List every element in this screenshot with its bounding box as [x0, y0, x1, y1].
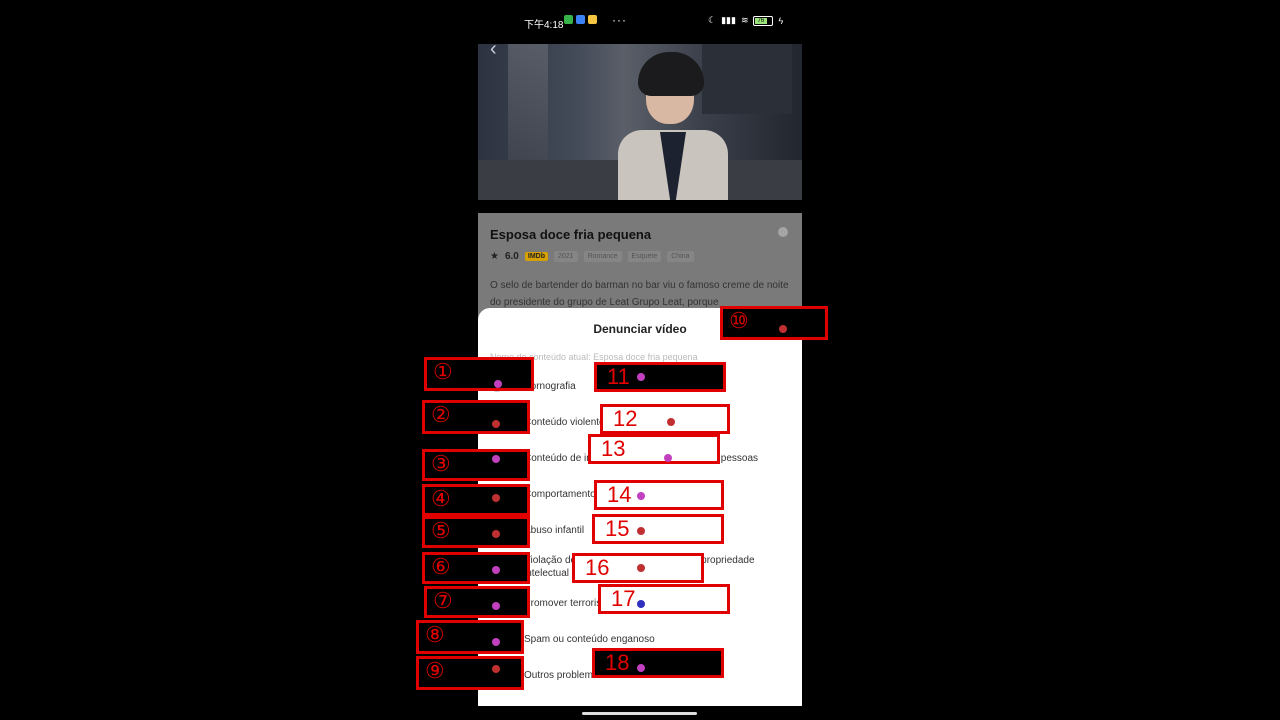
annotation-box: ⑦ [424, 586, 530, 618]
system-icons: ☾ ▮▮▮ ≋ 76 ϟ [708, 15, 783, 26]
help-icon[interactable] [778, 227, 788, 237]
annotation-box: 15 [592, 514, 724, 544]
imdb-badge: IMDb [524, 252, 548, 261]
annotation-box: ⑧ [416, 620, 524, 654]
annotation-box: ③ [422, 449, 530, 481]
annotation-box: 13 [588, 434, 720, 464]
signal-icon: ▮▮▮ [721, 15, 736, 25]
annotation-box: ⑤ [422, 516, 530, 548]
app-notification-icon [588, 15, 597, 24]
tag-year: 2021 [553, 251, 578, 262]
battery-icon: 76 [753, 15, 774, 26]
notification-icons [564, 15, 597, 24]
moon-icon: ☾ [708, 15, 717, 25]
wifi-icon: ≋ [740, 15, 749, 25]
star-icon: ★ [490, 251, 499, 262]
tag-format: Esquete [627, 251, 662, 262]
annotation-box: 16 [572, 553, 704, 583]
video-frame-person [618, 52, 728, 200]
app-notification-icon [564, 15, 573, 24]
annotation-number: ⑧ [425, 622, 445, 647]
annotation-number: ⑥ [431, 554, 451, 579]
annotation-box: ⑨ [416, 656, 524, 690]
more-notifications-icon: ··· [612, 13, 627, 27]
battery-level: 76 [757, 17, 765, 24]
annotation-box: ⑥ [422, 552, 530, 584]
option-label: Spam ou conteúdo enganoso [524, 634, 655, 645]
charging-icon: ϟ [778, 15, 784, 26]
annotation-number: ⑦ [433, 588, 453, 613]
app-notification-icon [576, 15, 585, 24]
home-indicator[interactable] [582, 712, 697, 715]
chevron-left-icon[interactable]: ‹ [490, 38, 497, 61]
annotation-number: 11 [607, 364, 630, 389]
annotation-number: 18 [605, 650, 630, 675]
annotation-number: 14 [607, 482, 632, 507]
annotation-number: 13 [601, 436, 626, 461]
annotation-number: ③ [431, 451, 451, 476]
annotation-box: ② [422, 400, 530, 434]
annotation-box: 14 [594, 480, 724, 510]
annotation-number: 16 [585, 555, 610, 580]
tag-country: China [667, 251, 694, 262]
show-title: Esposa doce fria pequena [490, 227, 652, 242]
tag-genre: Romance [583, 251, 622, 262]
annotation-box: ① [424, 357, 534, 391]
annotation-number: ⑨ [425, 658, 445, 683]
annotation-number: ⑤ [431, 518, 451, 543]
annotation-box: 12 [600, 404, 730, 434]
status-bar: 下午4:18 ··· ☾ ▮▮▮ ≋ 76 ϟ [478, 12, 802, 32]
annotation-number: ① [433, 359, 453, 384]
status-time: 下午4:18 [524, 20, 564, 31]
annotation-box: ⑩ [720, 306, 828, 340]
annotation-number: 17 [611, 586, 636, 611]
annotation-box: 17 [598, 584, 730, 614]
annotation-number: ⑩ [729, 308, 749, 333]
show-meta: ★ 6.0 IMDb 2021 Romance Esquete China [490, 251, 694, 262]
video-player[interactable] [478, 44, 802, 200]
annotation-box: 11 [594, 362, 726, 392]
rating-value: 6.0 [504, 251, 519, 262]
annotation-number: ② [431, 402, 451, 427]
annotation-number: ④ [431, 486, 451, 511]
annotation-number: 15 [605, 516, 630, 541]
annotation-box: 18 [592, 648, 724, 678]
annotation-number: 12 [613, 406, 638, 431]
annotation-box: ④ [422, 484, 530, 516]
